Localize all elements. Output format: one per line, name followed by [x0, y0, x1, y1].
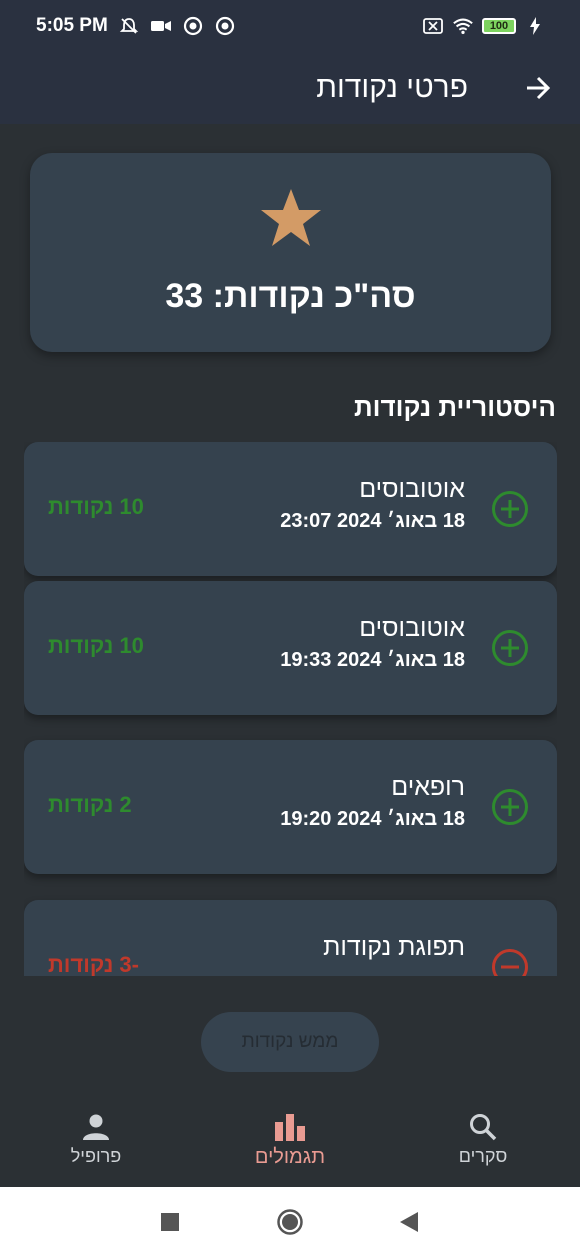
history-item-date: 18 באוג׳ 2024 19:20 — [280, 808, 465, 830]
search-icon — [470, 1114, 497, 1141]
history-item-date: 18 באוג׳ 2024 23:07 — [280, 510, 465, 532]
history-item-name: אוטובוסים — [359, 614, 465, 642]
history-item-points: 10 נקודות — [48, 633, 144, 658]
home-button[interactable] — [275, 1207, 305, 1237]
sim-off-icon — [422, 15, 444, 37]
square-icon — [161, 1213, 179, 1231]
person-icon — [83, 1114, 109, 1140]
battery-level: 100 — [489, 20, 509, 32]
notifications-off-icon — [118, 15, 140, 37]
status-bar: 5:05 PM 100 — [0, 0, 580, 52]
history-title: היסטוריית נקודות — [354, 392, 556, 422]
history-item-name: תפוגת נקודות — [323, 933, 465, 961]
app-bar: פרטי נקודות — [0, 52, 580, 124]
total-points-card: סה"כ נקודות: 33 — [30, 153, 551, 352]
star-icon — [260, 189, 321, 246]
page-title: פרטי נקודות — [316, 71, 468, 104]
history-item-points: 2 נקודות — [48, 792, 132, 817]
nav-label-surveys: סקרים — [458, 1146, 508, 1166]
history-item[interactable]: אוטובוסים 18 באוג׳ 2024 23:07 10 נקודות — [24, 442, 557, 576]
video-camera-icon — [150, 15, 172, 37]
history-item-name: רופאים — [391, 773, 465, 801]
back-button[interactable] — [520, 70, 556, 106]
nav-item-profile[interactable]: פרופיל — [36, 1112, 156, 1167]
history-list[interactable]: אוטובוסים 18 באוג׳ 2024 23:07 10 נקודות … — [24, 442, 557, 976]
history-item[interactable]: רופאים 18 באוג׳ 2024 19:20 2 נקודות — [24, 740, 557, 874]
minus-circle-icon — [492, 949, 528, 976]
system-nav-bar — [0, 1187, 580, 1256]
history-item-name: אוטובוסים — [359, 475, 465, 503]
app-notification-icon — [182, 15, 204, 37]
bar-chart-icon — [275, 1114, 305, 1141]
nav-item-surveys[interactable]: סקרים — [423, 1112, 543, 1167]
charging-icon — [524, 15, 546, 37]
triangle-back-icon — [400, 1212, 418, 1232]
status-time: 5:05 PM — [36, 15, 108, 36]
history-item-points: -3 נקודות — [48, 952, 139, 976]
bottom-nav: פרופיל תגמולים סקרים — [0, 1100, 580, 1187]
nav-label-rewards: תגמולים — [254, 1146, 326, 1168]
total-points-label: סה"כ נקודות: 33 — [165, 277, 416, 315]
nav-label-profile: פרופיל — [70, 1146, 122, 1166]
arrow-right-icon — [527, 76, 551, 100]
circle-icon — [277, 1209, 303, 1235]
redeem-points-button[interactable]: ממש נקודות — [201, 1012, 379, 1072]
battery-icon: 100 — [482, 18, 516, 34]
wifi-icon — [452, 15, 474, 37]
status-bar-left: 5:05 PM — [36, 15, 236, 37]
history-item-date: 18 באוג׳ 2024 19:33 — [280, 649, 465, 671]
back-nav-button[interactable] — [394, 1207, 424, 1237]
status-bar-right: 100 — [422, 15, 546, 37]
plus-circle-icon — [492, 630, 528, 666]
history-item[interactable]: אוטובוסים 18 באוג׳ 2024 19:33 10 נקודות — [24, 581, 557, 715]
history-item[interactable]: תפוגת נקודות -3 נקודות — [24, 900, 557, 976]
recents-button[interactable] — [155, 1207, 185, 1237]
history-item-points: 10 נקודות — [48, 494, 144, 519]
nav-item-rewards[interactable]: תגמולים — [230, 1112, 350, 1169]
plus-circle-icon — [492, 491, 528, 527]
app-notification-icon — [214, 15, 236, 37]
plus-circle-icon — [492, 789, 528, 825]
